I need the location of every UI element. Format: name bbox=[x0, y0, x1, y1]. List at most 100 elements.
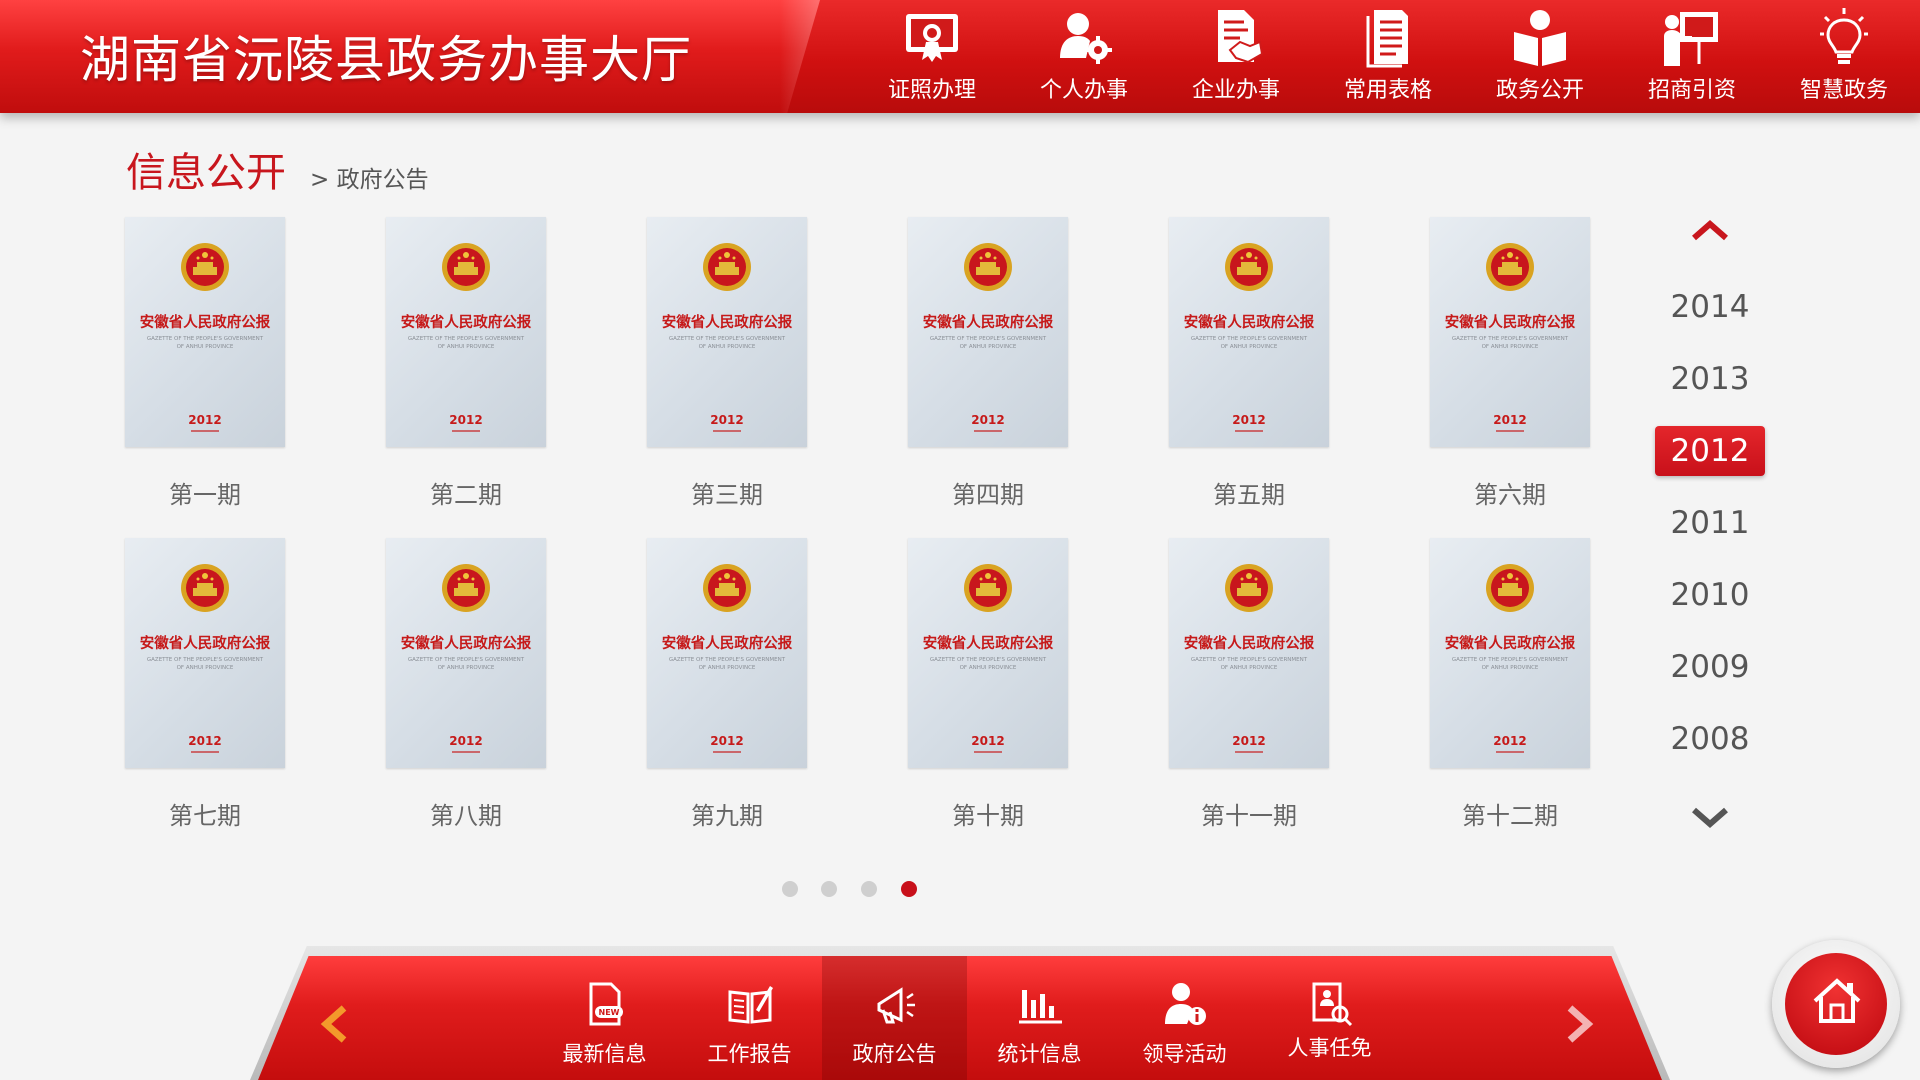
cover-title: 安徽省人民政府公报 bbox=[1444, 635, 1576, 652]
national-emblem-icon bbox=[181, 564, 229, 612]
national-emblem-icon bbox=[1225, 243, 1273, 291]
cover-title: 安徽省人民政府公报 bbox=[139, 314, 271, 331]
cover-subtitle: GAZETTE OF THE PEOPLE'S GOVERNMENT OF AN… bbox=[146, 657, 264, 671]
issue-cover[interactable]: 安徽省人民政府公报 GAZETTE OF THE PEOPLE'S GOVERN… bbox=[1169, 217, 1329, 447]
issue-cover[interactable]: 安徽省人民政府公报 GAZETTE OF THE PEOPLE'S GOVERN… bbox=[1430, 217, 1590, 447]
nav-label: 企业办事 bbox=[1191, 78, 1280, 103]
cover-divider bbox=[974, 430, 1002, 432]
year-down-arrow-icon[interactable] bbox=[1690, 806, 1730, 832]
issue-label[interactable]: 第二期 bbox=[366, 475, 566, 510]
presentation-board-icon bbox=[1664, 12, 1718, 66]
bottom-nav-latest[interactable]: NEW 最新信息 bbox=[532, 956, 677, 1080]
bottom-nav-leader-activities[interactable]: 领导活动 bbox=[1112, 956, 1257, 1080]
page-dot[interactable] bbox=[782, 881, 798, 897]
nav-label: 政务公开 bbox=[1495, 78, 1584, 103]
issue-card[interactable]: 安徽省人民政府公报 GAZETTE OF THE PEOPLE'S GOVERN… bbox=[908, 217, 1068, 509]
issue-card[interactable]: 安徽省人民政府公报 GAZETTE OF THE PEOPLE'S GOVERN… bbox=[1430, 217, 1590, 509]
year-item[interactable]: 2013 bbox=[1655, 354, 1765, 404]
issue-cover[interactable]: 安徽省人民政府公报 GAZETTE OF THE PEOPLE'S GOVERN… bbox=[386, 217, 546, 447]
national-emblem-icon bbox=[964, 564, 1012, 612]
issue-cover[interactable]: 安徽省人民政府公报 GAZETTE OF THE PEOPLE'S GOVERN… bbox=[647, 538, 807, 768]
bottom-nav-label: 统计信息 bbox=[997, 1042, 1082, 1066]
year-item[interactable]: 2012 bbox=[1655, 426, 1765, 476]
issue-label[interactable]: 第五期 bbox=[1149, 475, 1349, 510]
section-title: 信息公开 bbox=[126, 150, 286, 196]
nav-item-certificates[interactable]: 证照办理 bbox=[856, 0, 1008, 113]
national-emblem-icon bbox=[703, 564, 751, 612]
nav-label: 智慧政务 bbox=[1799, 78, 1888, 103]
issue-card[interactable]: 安徽省人民政府公报 GAZETTE OF THE PEOPLE'S GOVERN… bbox=[125, 538, 285, 830]
issue-card[interactable]: 安徽省人民政府公报 GAZETTE OF THE PEOPLE'S GOVERN… bbox=[386, 538, 546, 830]
issue-cover[interactable]: 安徽省人民政府公报 GAZETTE OF THE PEOPLE'S GOVERN… bbox=[125, 217, 285, 447]
national-emblem-icon bbox=[1225, 564, 1273, 612]
year-item[interactable]: 2009 bbox=[1655, 642, 1765, 692]
page-dot[interactable] bbox=[861, 881, 877, 897]
cover-title: 安徽省人民政府公报 bbox=[139, 635, 271, 652]
cover-divider bbox=[713, 751, 741, 753]
issue-card[interactable]: 安徽省人民政府公报 GAZETTE OF THE PEOPLE'S GOVERN… bbox=[1169, 217, 1329, 509]
cover-subtitle: GAZETTE OF THE PEOPLE'S GOVERNMENT OF AN… bbox=[668, 336, 786, 350]
issue-label[interactable]: 第三期 bbox=[627, 475, 827, 510]
issue-cover[interactable]: 安徽省人民政府公报 GAZETTE OF THE PEOPLE'S GOVERN… bbox=[647, 217, 807, 447]
svg-text:NEW: NEW bbox=[598, 1008, 619, 1017]
cover-divider bbox=[191, 430, 219, 432]
year-item[interactable]: 2014 bbox=[1655, 282, 1765, 332]
issue-card[interactable]: 安徽省人民政府公报 GAZETTE OF THE PEOPLE'S GOVERN… bbox=[908, 538, 1068, 830]
nav-item-enterprise[interactable]: 企业办事 bbox=[1160, 0, 1312, 113]
issue-cover[interactable]: 安徽省人民政府公报 GAZETTE OF THE PEOPLE'S GOVERN… bbox=[908, 538, 1068, 768]
issue-label[interactable]: 第九期 bbox=[627, 796, 827, 831]
megaphone-icon bbox=[877, 987, 915, 1024]
cover-subtitle: GAZETTE OF THE PEOPLE'S GOVERNMENT OF AN… bbox=[407, 336, 525, 350]
bottom-prev-arrow-icon[interactable] bbox=[316, 1004, 352, 1044]
issue-cover[interactable]: 安徽省人民政府公报 GAZETTE OF THE PEOPLE'S GOVERN… bbox=[908, 217, 1068, 447]
issue-label[interactable]: 第一期 bbox=[105, 475, 305, 510]
issue-label[interactable]: 第四期 bbox=[888, 475, 1088, 510]
issue-cover[interactable]: 安徽省人民政府公报 GAZETTE OF THE PEOPLE'S GOVERN… bbox=[386, 538, 546, 768]
cover-title: 安徽省人民政府公报 bbox=[661, 314, 793, 331]
issue-label[interactable]: 第七期 bbox=[105, 796, 305, 831]
issue-cover[interactable]: 安徽省人民政府公报 GAZETTE OF THE PEOPLE'S GOVERN… bbox=[125, 538, 285, 768]
cover-title: 安徽省人民政府公报 bbox=[1183, 635, 1315, 652]
nav-item-smart-gov[interactable]: 智慧政务 bbox=[1768, 0, 1920, 113]
issue-card[interactable]: 安徽省人民政府公报 GAZETTE OF THE PEOPLE'S GOVERN… bbox=[1169, 538, 1329, 830]
issue-cover[interactable]: 安徽省人民政府公报 GAZETTE OF THE PEOPLE'S GOVERN… bbox=[1169, 538, 1329, 768]
nav-item-investment[interactable]: 招商引资 bbox=[1616, 0, 1768, 113]
year-item[interactable]: 2008 bbox=[1655, 714, 1765, 764]
cover-title: 安徽省人民政府公报 bbox=[1444, 314, 1576, 331]
nav-item-personal[interactable]: 个人办事 bbox=[1008, 0, 1160, 113]
cover-subtitle: GAZETTE OF THE PEOPLE'S GOVERNMENT OF AN… bbox=[929, 336, 1047, 350]
bottom-nav-announcement[interactable]: 政府公告 bbox=[822, 956, 967, 1080]
issue-label[interactable]: 第十二期 bbox=[1410, 796, 1610, 831]
issue-card[interactable]: 安徽省人民政府公报 GAZETTE OF THE PEOPLE'S GOVERN… bbox=[1430, 538, 1590, 830]
issue-label[interactable]: 第六期 bbox=[1410, 475, 1610, 510]
bottom-nav-statistics[interactable]: 统计信息 bbox=[967, 956, 1112, 1080]
cover-subtitle: GAZETTE OF THE PEOPLE'S GOVERNMENT OF AN… bbox=[1190, 657, 1308, 671]
issue-card[interactable]: 安徽省人民政府公报 GAZETTE OF THE PEOPLE'S GOVERN… bbox=[386, 217, 546, 509]
bottom-next-arrow-icon[interactable] bbox=[1562, 1004, 1598, 1044]
year-item[interactable]: 2011 bbox=[1655, 498, 1765, 548]
home-button[interactable] bbox=[1772, 940, 1900, 1068]
nav-label: 证照办理 bbox=[887, 78, 976, 103]
year-item[interactable]: 2010 bbox=[1655, 570, 1765, 620]
bottom-nav-personnel[interactable]: 人事任免 bbox=[1257, 956, 1402, 1080]
person-gear-icon bbox=[1060, 13, 1112, 64]
cover-title: 安徽省人民政府公报 bbox=[922, 635, 1054, 652]
issue-card[interactable]: 安徽省人民政府公报 GAZETTE OF THE PEOPLE'S GOVERN… bbox=[647, 538, 807, 830]
issue-label[interactable]: 第十一期 bbox=[1149, 796, 1349, 831]
page-dot[interactable] bbox=[901, 881, 917, 897]
issue-card[interactable]: 安徽省人民政府公报 GAZETTE OF THE PEOPLE'S GOVERN… bbox=[125, 217, 285, 509]
issue-label[interactable]: 第八期 bbox=[366, 796, 566, 831]
issue-label[interactable]: 第十期 bbox=[888, 796, 1088, 831]
national-emblem-icon bbox=[1486, 243, 1534, 291]
nav-item-public-affairs[interactable]: 政务公开 bbox=[1464, 0, 1616, 113]
year-up-arrow-icon[interactable] bbox=[1690, 216, 1730, 242]
issue-cover[interactable]: 安徽省人民政府公报 GAZETTE OF THE PEOPLE'S GOVERN… bbox=[1430, 538, 1590, 768]
cover-divider bbox=[191, 751, 219, 753]
cover-divider bbox=[1235, 751, 1263, 753]
issue-card[interactable]: 安徽省人民政府公报 GAZETTE OF THE PEOPLE'S GOVERN… bbox=[647, 217, 807, 509]
cover-divider bbox=[452, 751, 480, 753]
page-dot[interactable] bbox=[821, 881, 837, 897]
nav-item-forms[interactable]: 常用表格 bbox=[1312, 0, 1464, 113]
bottom-nav-work-report[interactable]: 工作报告 bbox=[677, 956, 822, 1080]
cover-title: 安徽省人民政府公报 bbox=[400, 635, 532, 652]
